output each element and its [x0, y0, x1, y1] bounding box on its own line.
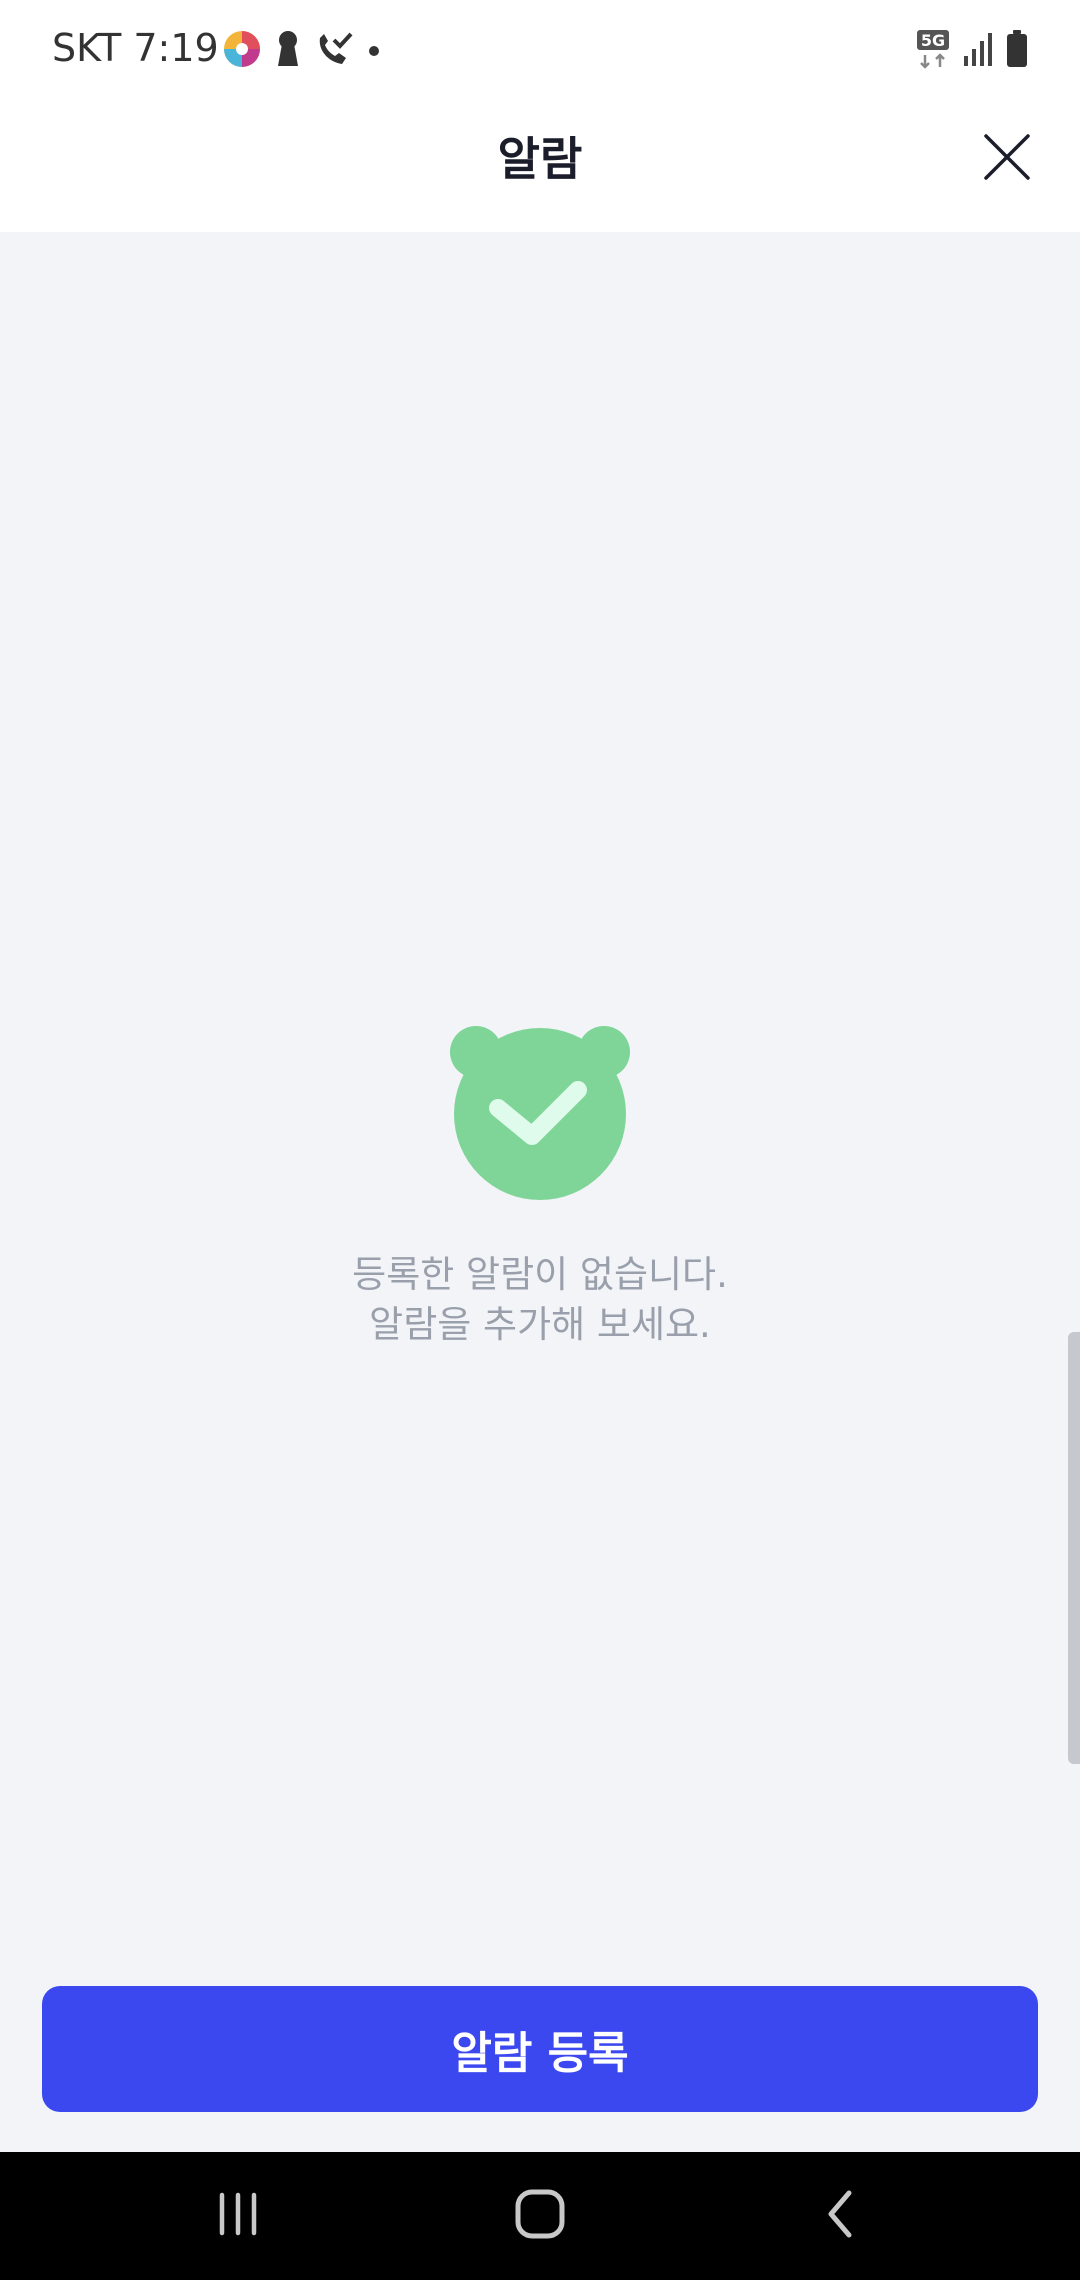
app-header: 알람 [0, 100, 1080, 232]
scrollbar[interactable] [1068, 1332, 1080, 1764]
system-icons: 5G [916, 30, 1028, 72]
close-button[interactable] [974, 126, 1040, 192]
carrier-time: SKT 7:19 [52, 26, 219, 70]
bear-check-icon [450, 1022, 630, 1202]
keyhole-icon [276, 30, 300, 72]
recents-button[interactable] [188, 2180, 288, 2252]
navigation-bar [0, 2152, 1080, 2280]
recents-icon [213, 2189, 263, 2243]
battery-icon [1006, 30, 1028, 72]
alarm-list-area: 등록한 알람이 없습니다. 알람을 추가해 보세요. [0, 232, 1080, 2152]
back-button[interactable] [792, 2180, 892, 2252]
signal-icon [962, 32, 994, 70]
close-icon [982, 132, 1032, 186]
notification-icons [222, 30, 380, 72]
network-badge: 5G [921, 31, 945, 50]
5g-icon: 5G [916, 29, 950, 73]
missed-call-icon [314, 30, 354, 72]
status-bar: SKT 7:19 5G [0, 0, 1080, 100]
register-alarm-button[interactable]: 알람 등록 [42, 1986, 1038, 2112]
back-icon [817, 2189, 867, 2243]
empty-message-line1: 등록한 알람이 없습니다. [352, 1253, 728, 1296]
pinwheel-app-icon [222, 29, 262, 73]
empty-message: 등록한 알람이 없습니다. 알람을 추가해 보세요. [0, 1250, 1080, 1350]
empty-message-line2: 알람을 추가해 보세요. [369, 1303, 711, 1346]
notification-dot-icon [368, 42, 380, 61]
home-button[interactable] [490, 2180, 590, 2252]
home-icon [514, 2188, 566, 2244]
page-title: 알람 [497, 132, 583, 186]
